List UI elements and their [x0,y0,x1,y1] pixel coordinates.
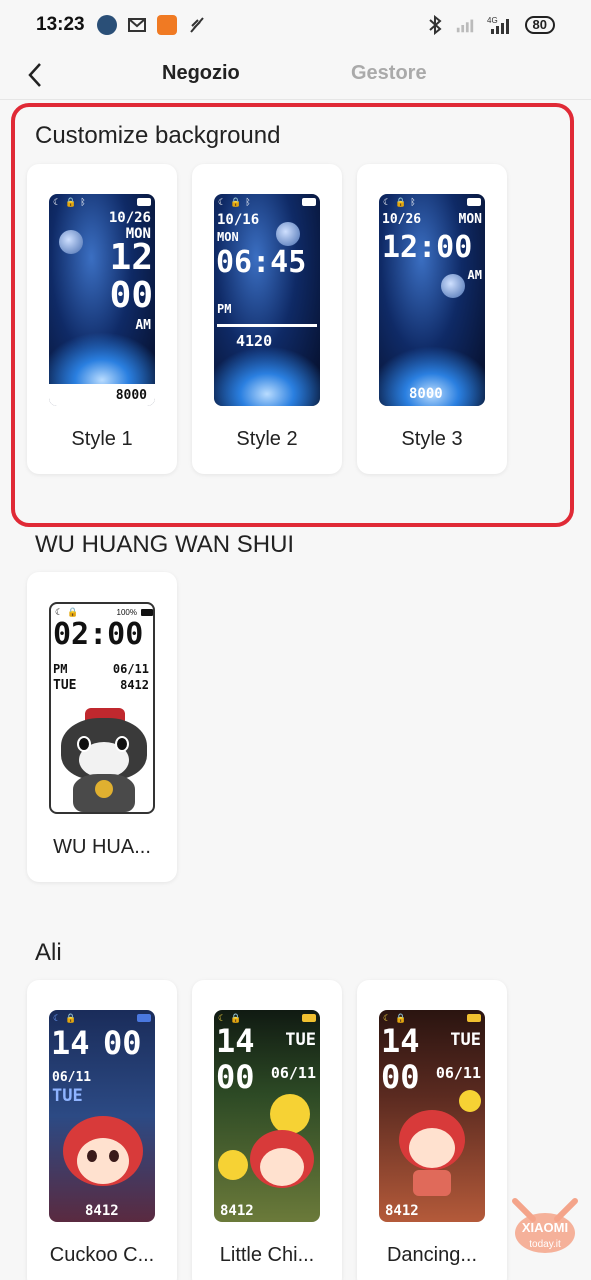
watchface-card-style-1[interactable]: ☾ 🔒 ᛒ 10/26 MON 12 00 AM 8000 Style 1 [27,164,177,474]
watchface-name: WU HUA... [53,836,151,858]
watch-status-icons: ☾ 🔒 ᛒ [383,196,481,208]
back-arrow-icon [28,63,41,87]
watch-date: 06/11 [52,1070,92,1085]
watch-steps: 8412 [120,678,149,692]
watchface-name: Cuckoo C... [49,1244,155,1266]
system-icons: 4G 80 [425,15,555,35]
watchface-name: Dancing... [386,1244,478,1266]
watch-hour: 14 [216,1022,255,1060]
watch-time: 02:00 [53,617,144,652]
moon-graphic [441,274,465,298]
watch-steps: 8412 [220,1203,254,1219]
shop-app-icon [156,15,177,35]
watch-battery: 100% [116,607,137,617]
svg-text:today.it: today.it [529,1239,561,1250]
watch-steps: 8412 [385,1203,419,1219]
battery-indicator: 80 [524,16,555,34]
watch-minute: 00 [216,1058,255,1096]
watchface-preview: ☾ 🔒 14 00 06/11 TUE 8412 [49,1010,155,1222]
svg-text:XIAOMI: XIAOMI [522,1220,568,1235]
cartoon-character [63,1112,143,1204]
watch-date: 06/11 [435,1064,481,1082]
watchface-preview: ☾ 🔒 ᛒ 10/26 MON 12:00 AM 8000 [379,194,485,406]
watchface-card-style-3[interactable]: ☾ 🔒 ᛒ 10/26 MON 12:00 AM 8000 Style 3 [357,164,507,474]
mail-icon [127,15,147,35]
watch-status-icons: ☾ 🔒 [53,1012,151,1024]
watch-minute: 00 [381,1058,420,1096]
status-bar: 13:23 4G 80 [0,0,591,50]
watch-status-icons: ☾ 🔒 ᛒ [218,196,316,208]
watch-steps: 8412 [85,1203,119,1219]
watch-day: TUE [450,1030,481,1050]
tab-manager[interactable]: Gestore [351,62,427,85]
cartoon-chick [459,1090,481,1112]
watchface-preview: ☾ 🔒 ᛒ 10/26 MON 12 00 AM 8000 [49,194,155,406]
status-time: 13:23 [36,14,85,35]
watchface-card-style-2[interactable]: ☾ 🔒 ᛒ 10/16 MON 06:45 PM 4120 Style 2 [192,164,342,474]
feather-icon [187,15,207,35]
watchface-name: Style 1 [71,428,133,450]
watch-date: 06/11 [112,662,149,676]
signal-4g-icon: 4G [485,15,515,35]
watchface-name: Little Chi... [219,1244,315,1266]
cat-illustration [57,708,151,812]
watch-date: 06/11 [270,1064,316,1082]
watch-day: MON [217,230,239,244]
section-title-wu: WU HUANG WAN SHUI [35,531,295,558]
watchface-preview: ☾ 🔒 14 TUE 00 06/11 8412 [379,1010,485,1222]
watch-day: TUE [52,1086,83,1106]
watchface-card-little-chick[interactable]: ☾ 🔒 14 TUE 00 06/11 8412 Little Chi... [192,980,342,1280]
top-nav: Negozio Gestore [0,50,591,100]
watch-steps: 8000 [409,386,443,402]
watchface-name: Style 3 [401,428,463,450]
watch-date: 10/26 [108,210,151,226]
section-title-custom: Customize background [35,122,281,149]
watchface-card-wu-huang[interactable]: ☾ 🔒 100% 02:00 PM 06/11 TUE 8412 WU HUA..… [27,572,177,882]
back-button[interactable] [22,60,52,90]
watch-ampm: PM [217,302,232,316]
watch-steps: 8000 [115,388,147,403]
signal-off-icon [455,15,475,35]
section-title-ali: Ali [35,939,62,966]
moon-graphic [276,222,300,246]
cartoon-character [399,1110,465,1196]
watchface-preview: ☾ 🔒 100% 02:00 PM 06/11 TUE 8412 [49,602,155,814]
watch-hour: 14 [51,1024,90,1062]
watch-hour: 12 [109,237,153,278]
watch-hour: 14 [381,1022,420,1060]
watch-ampm: AM [467,268,482,282]
watch-day: MON [458,212,482,227]
watchface-preview: ☾ 🔒 14 TUE 00 06/11 8412 [214,1010,320,1222]
watch-date: 10/26 [382,212,422,227]
watch-minute: 00 [103,1024,142,1062]
watch-ampm: PM [53,662,68,676]
watchface-name: Style 2 [236,428,298,450]
watch-date: 10/16 [217,212,260,228]
moon-graphic [59,230,83,254]
watch-day: TUE [285,1030,316,1050]
watch-time: 06:45 [216,245,307,280]
watch-status-icons: ☾ 🔒 ᛒ [53,196,151,208]
bluetooth-icon [425,15,445,35]
watchface-card-dancing[interactable]: ☾ 🔒 14 TUE 00 06/11 8412 Dancing... [357,980,507,1280]
app-notification-icon [96,15,117,35]
svg-text:4G: 4G [487,16,498,25]
cartoon-chick [218,1150,248,1180]
tab-shop[interactable]: Negozio [162,62,240,85]
xiaomitoday-watermark-logo: XIAOMI today.it [505,1195,585,1275]
watch-time: 12:00 [382,230,473,265]
watchface-preview: ☾ 🔒 ᛒ 10/16 MON 06:45 PM 4120 [214,194,320,406]
watch-minute: 00 [109,275,153,316]
watchface-card-cuckoo[interactable]: ☾ 🔒 14 00 06/11 TUE 8412 Cuckoo C... [27,980,177,1280]
watch-ampm: AM [135,318,151,333]
cartoon-chick [270,1094,310,1134]
notification-icons [96,15,207,35]
cartoon-character [250,1130,314,1204]
watch-day: TUE [53,678,77,693]
